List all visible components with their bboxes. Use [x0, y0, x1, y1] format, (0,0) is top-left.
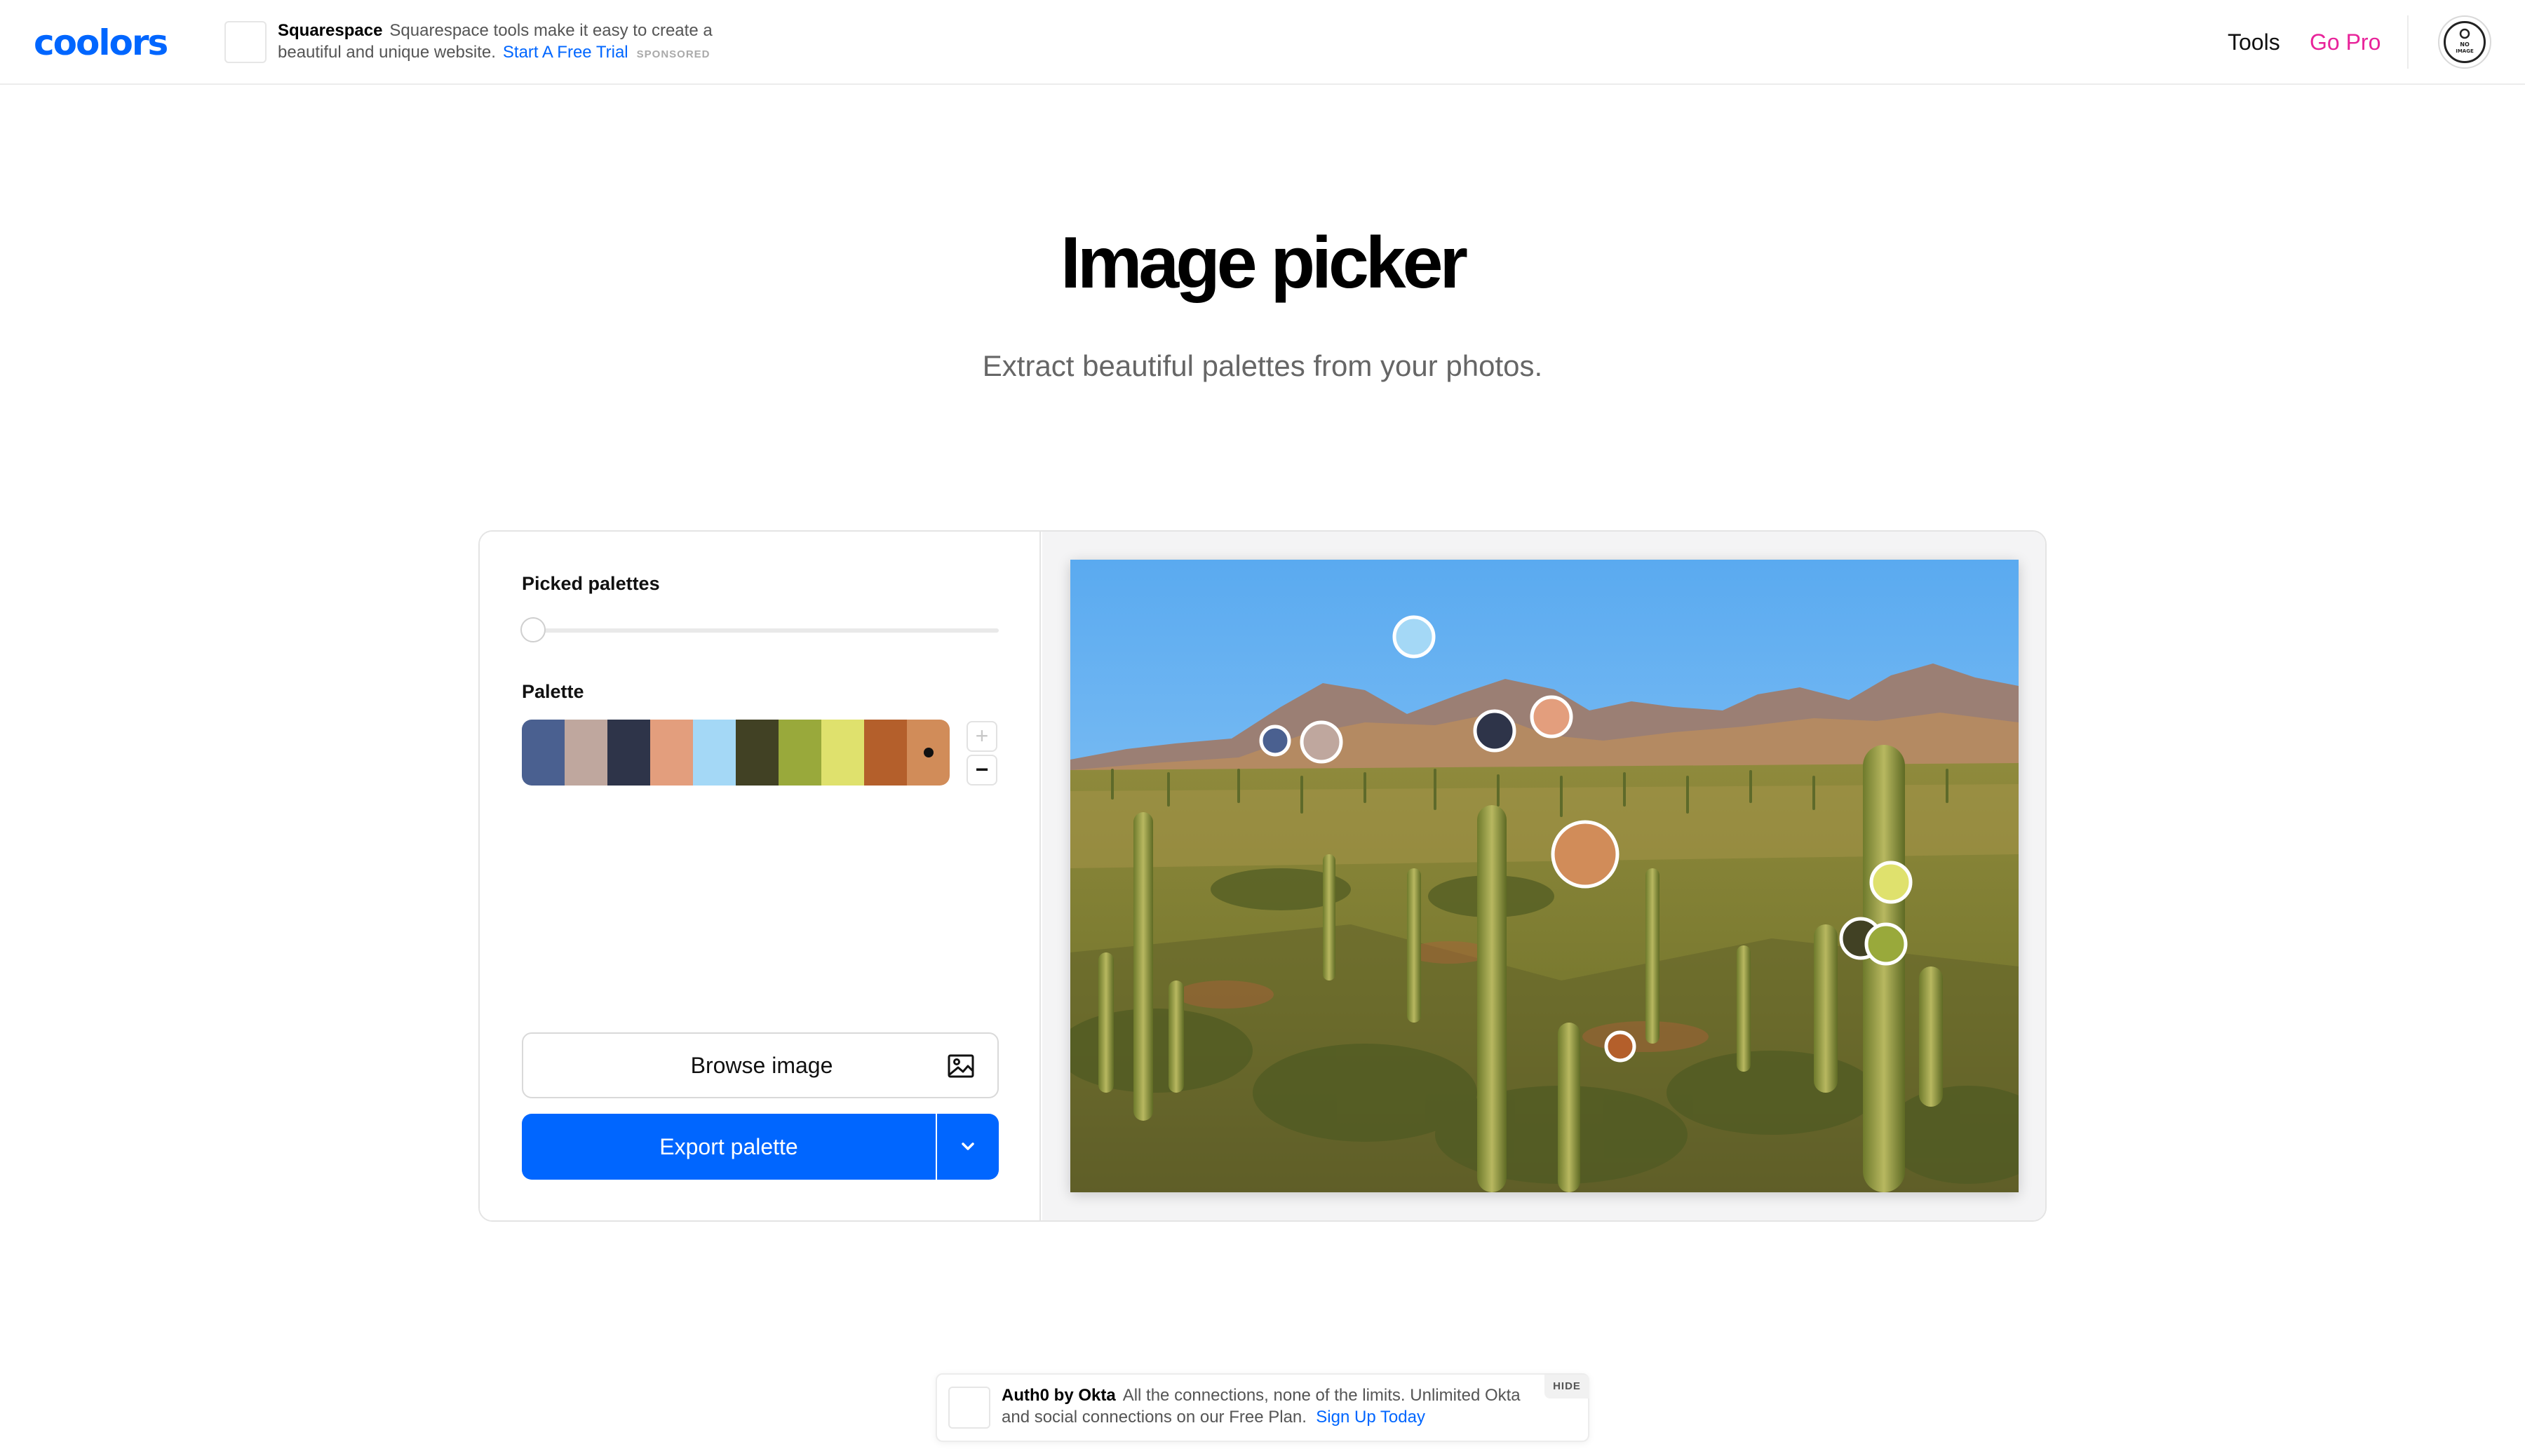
- palette-swatch[interactable]: [522, 720, 565, 786]
- palette-swatch[interactable]: [650, 720, 693, 786]
- browse-image-button[interactable]: Browse image: [522, 1032, 999, 1098]
- palette-swatch[interactable]: [693, 720, 736, 786]
- export-options-button[interactable]: [937, 1114, 999, 1180]
- image-picker-card: Picked palettes Palette + − Browse image…: [478, 530, 2047, 1222]
- ad-bottom-thumbnail[interactable]: [948, 1387, 990, 1429]
- page-subtitle: Extract beautiful palettes from your pho…: [982, 349, 1543, 382]
- photo-illustration: [1070, 560, 2019, 1192]
- sponsored-label: SPONSORED: [636, 48, 711, 60]
- remove-color-button[interactable]: −: [967, 755, 997, 786]
- export-palette-label: Export palette: [659, 1134, 798, 1159]
- palette-swatch[interactable]: [607, 720, 650, 786]
- palette-swatches: [522, 720, 950, 786]
- selected-swatch-indicator: [923, 748, 934, 757]
- picked-palettes-slider-knob[interactable]: [520, 617, 546, 642]
- page-title: Image picker: [1060, 222, 1468, 304]
- no-image-avatar-icon: NO IMAGE: [2444, 21, 2486, 63]
- nav-divider: [2407, 15, 2409, 69]
- avatar-text-line2: IMAGE: [2456, 48, 2474, 54]
- ad-bottom-text-block: Auth0 by Okta All the connections, none o…: [1002, 1384, 1535, 1428]
- top-navbar: coolors Squarespace Squarespace tools mak…: [0, 0, 2525, 85]
- add-color-button[interactable]: +: [967, 721, 997, 752]
- palette-swatch[interactable]: [907, 720, 950, 786]
- nav-go-pro-link[interactable]: Go Pro: [2310, 29, 2381, 55]
- avatar-text-line1: NO: [2460, 41, 2470, 48]
- ad-cta-link[interactable]: Start A Free Trial: [503, 43, 628, 62]
- ad-bottom-brand: Auth0 by Okta: [1002, 1386, 1116, 1405]
- hide-ad-button[interactable]: HIDE: [1544, 1375, 1589, 1398]
- palette-swatch[interactable]: [779, 720, 821, 786]
- ad-text-block: Squarespace Squarespace tools make it eas…: [278, 20, 769, 65]
- sponsored-ad-top[interactable]: Squarespace Squarespace tools make it eas…: [224, 20, 758, 65]
- ad-brand: Squarespace: [278, 21, 383, 40]
- palette-swatch[interactable]: [736, 720, 779, 786]
- image-preview-panel: [1042, 532, 2045, 1220]
- ad-thumbnail[interactable]: [224, 21, 267, 63]
- export-palette-button[interactable]: Export palette: [522, 1114, 936, 1180]
- desert-saguaro-photo[interactable]: [1070, 560, 2019, 1192]
- palette-swatch[interactable]: [864, 720, 907, 786]
- browse-image-label: Browse image: [690, 1053, 833, 1078]
- sponsored-ad-bottom[interactable]: Auth0 by Okta All the connections, none o…: [936, 1373, 1589, 1442]
- palette-swatch[interactable]: [821, 720, 864, 786]
- chevron-down-icon: [962, 1142, 974, 1150]
- palette-swatch[interactable]: [565, 720, 607, 786]
- picked-palettes-slider-track[interactable]: [522, 628, 999, 633]
- nav-tools-link[interactable]: Tools: [2228, 29, 2280, 55]
- coolors-logo[interactable]: coolors: [34, 24, 168, 62]
- picker-controls-panel: Picked palettes Palette + − Browse image…: [480, 532, 1041, 1220]
- palette-label: Palette: [522, 681, 584, 702]
- picked-palettes-label: Picked palettes: [522, 573, 660, 594]
- user-avatar[interactable]: NO IMAGE: [2438, 15, 2491, 69]
- ad-bottom-cta-link[interactable]: Sign Up Today: [1316, 1408, 1425, 1427]
- image-icon: [947, 1052, 975, 1084]
